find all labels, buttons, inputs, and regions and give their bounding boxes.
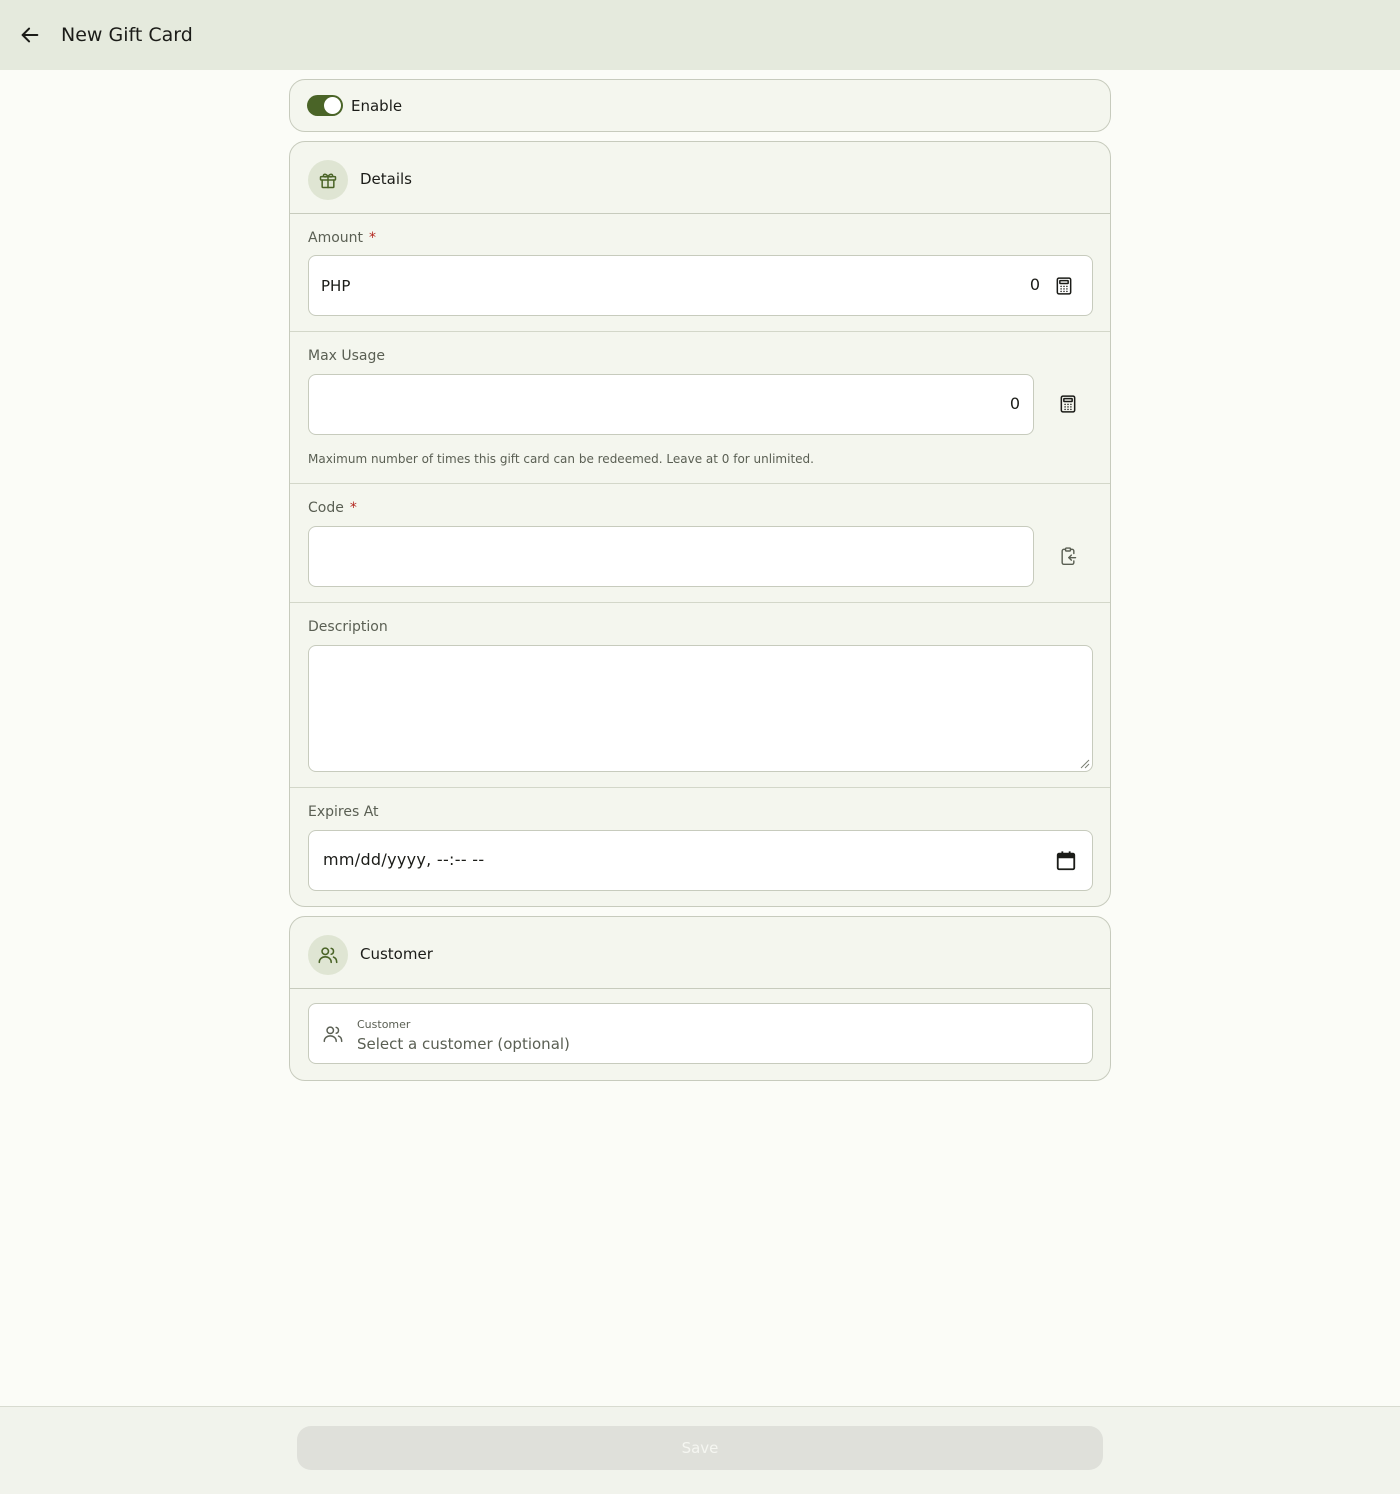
max-usage-helper: Maximum number of times this gift card c… bbox=[308, 452, 814, 466]
required-mark: * bbox=[349, 500, 357, 516]
enable-label: Enable bbox=[351, 97, 403, 115]
expires-section: Expires At mm/dd/yyyy, --:-- -- bbox=[290, 788, 1110, 907]
expires-placeholder: mm/dd/yyyy, --:-- -- bbox=[323, 850, 485, 869]
amount-calculator-button[interactable] bbox=[1050, 272, 1078, 300]
max-usage-label: Max Usage bbox=[308, 348, 386, 364]
amount-value: 0 bbox=[1029, 275, 1040, 294]
max-usage-value: 0 bbox=[1009, 394, 1020, 413]
back-button[interactable] bbox=[12, 17, 48, 53]
arrow-left-icon bbox=[21, 27, 39, 43]
customer-icon-badge bbox=[308, 935, 348, 975]
details-title: Details bbox=[360, 170, 413, 188]
customer-title: Customer bbox=[360, 945, 433, 963]
enable-toggle[interactable] bbox=[307, 95, 343, 116]
calendar-icon bbox=[1056, 851, 1076, 871]
users-icon bbox=[318, 947, 338, 964]
amount-label-text: Amount bbox=[308, 230, 364, 246]
max-usage-calculator-button[interactable] bbox=[1054, 390, 1082, 418]
currency-prefix: PHP bbox=[321, 277, 351, 295]
calendar-picker-button[interactable] bbox=[1052, 847, 1080, 875]
amount-label: Amount * bbox=[308, 228, 376, 248]
amount-input[interactable]: PHP 0 bbox=[308, 255, 1093, 316]
enable-card: Enable bbox=[289, 79, 1111, 132]
expires-datetime-input[interactable]: mm/dd/yyyy, --:-- -- bbox=[308, 830, 1093, 891]
code-label: Code * bbox=[308, 498, 357, 518]
page-title: New Gift Card bbox=[61, 24, 193, 46]
calculator-icon bbox=[1060, 395, 1076, 413]
required-mark: * bbox=[369, 230, 377, 246]
customer-select-label: Customer bbox=[357, 1018, 411, 1031]
save-button[interactable]: Save bbox=[297, 1426, 1103, 1470]
description-section: Description bbox=[290, 603, 1110, 788]
details-icon-badge bbox=[308, 160, 348, 200]
top-app-bar: New Gift Card bbox=[0, 0, 1400, 70]
paste-code-button[interactable] bbox=[1054, 542, 1082, 570]
code-input[interactable] bbox=[308, 526, 1034, 587]
customer-card: Customer Customer Select a customer (opt… bbox=[289, 916, 1111, 1081]
expires-label: Expires At bbox=[308, 804, 379, 820]
max-usage-section: Max Usage 0 Maximum number of times this… bbox=[290, 332, 1110, 484]
gift-icon bbox=[319, 173, 337, 189]
description-textarea[interactable] bbox=[308, 645, 1093, 772]
description-label: Description bbox=[308, 619, 388, 635]
bottom-action-bar: Save bbox=[0, 1406, 1400, 1494]
code-section: Code * bbox=[290, 484, 1110, 603]
clipboard-paste-icon bbox=[1061, 547, 1077, 566]
resize-grip-icon[interactable] bbox=[1080, 759, 1090, 769]
calculator-icon bbox=[1056, 277, 1072, 295]
toggle-knob bbox=[324, 97, 341, 114]
customer-header: Customer bbox=[290, 917, 1110, 989]
amount-section: Amount * PHP 0 bbox=[290, 214, 1110, 332]
code-label-text: Code bbox=[308, 500, 344, 516]
max-usage-input[interactable]: 0 bbox=[308, 374, 1034, 435]
details-header: Details bbox=[290, 142, 1110, 214]
customer-select-placeholder: Select a customer (optional) bbox=[357, 1035, 570, 1053]
customer-select[interactable]: Customer Select a customer (optional) bbox=[308, 1003, 1093, 1064]
details-card: Details Amount * PHP 0 Max Usage 0 Maxim… bbox=[289, 141, 1111, 907]
users-icon bbox=[323, 1026, 343, 1043]
